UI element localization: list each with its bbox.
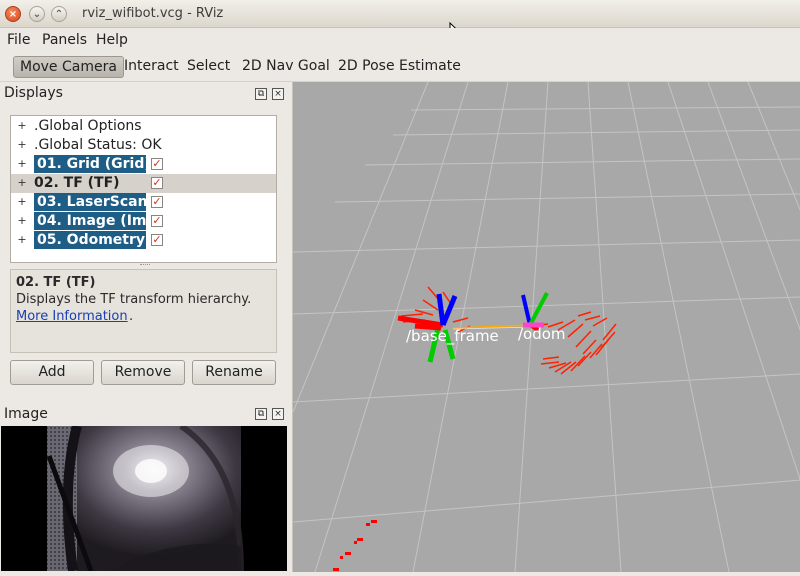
add-display-button[interactable]: Add [10,360,94,385]
tree-item-label: 05. Odometry [34,231,146,249]
tree-row-global-options[interactable]: + .Global Options [11,117,276,136]
more-information-link[interactable]: More Information [16,309,128,324]
description-title: 02. TF (TF) [16,275,96,290]
expand-icon[interactable]: + [17,215,27,226]
window-title: rviz_wifibot.vcg - RViz [82,6,224,21]
tree-row-grid[interactable]: + 01. Grid (Grid) ✓ [11,155,276,174]
expand-icon[interactable]: + [17,158,27,169]
tree-row-image[interactable]: + 04. Image (Image) ✓ [11,212,276,231]
tree-item-label: 04. Image (Image) [34,212,146,230]
enabled-checkbox[interactable]: ✓ [151,177,163,189]
description-box: 02. TF (TF) Displays the TF transform hi… [10,269,277,353]
tool-select[interactable]: Select [181,56,236,78]
enabled-checkbox[interactable]: ✓ [151,234,163,246]
enabled-checkbox[interactable]: ✓ [151,196,163,208]
tool-interact[interactable]: Interact [118,56,185,78]
close-panel-icon[interactable]: × [272,408,284,420]
image-panel-title: Image [4,406,48,422]
image-panel-header: Image ⧉ × [0,403,290,425]
tree-item-label: .Global Status: OK [34,137,162,153]
tree-row-laserscan[interactable]: + 03. LaserScan ✓ [11,193,276,212]
remove-display-button[interactable]: Remove [101,360,185,385]
tool-2d-pose-estimate[interactable]: 2D Pose Estimate [332,56,467,78]
menu-bar: File Panels Help [0,28,800,52]
tool-2d-nav-goal[interactable]: 2D Nav Goal [236,56,336,78]
tree-item-label: 03. LaserScan [34,193,146,211]
close-panel-icon[interactable]: × [272,88,284,100]
expand-icon[interactable]: + [17,196,27,207]
camera-image-view [1,426,287,571]
camera-frame [1,426,287,571]
odom-frame-label: /odom [518,325,566,343]
float-panel-icon[interactable]: ⧉ [255,88,267,100]
description-link-suffix: . [129,309,134,324]
tool-move-camera[interactable]: Move Camera [13,56,124,78]
splitter-handle[interactable] [140,264,150,267]
menu-file[interactable]: File [7,32,30,48]
displays-panel-header: Displays ⧉ × [0,82,290,106]
tree-row-tf[interactable]: + 02. TF (TF) ✓ [11,174,276,193]
close-window-button[interactable]: × [5,6,21,22]
rename-display-button[interactable]: Rename [192,360,276,385]
displays-tree: + .Global Options + .Global Status: OK +… [10,115,277,263]
expand-icon[interactable]: + [17,177,27,188]
minimize-window-button[interactable]: ⌄ [29,6,45,22]
displays-panel-title: Displays [4,85,63,101]
menu-help[interactable]: Help [96,32,128,48]
expand-icon[interactable]: + [17,120,27,131]
status-bar [0,572,800,576]
float-panel-icon[interactable]: ⧉ [255,408,267,420]
expand-icon[interactable]: + [17,139,27,150]
menu-panels[interactable]: Panels [42,32,87,48]
enabled-checkbox[interactable]: ✓ [151,215,163,227]
maximize-window-button[interactable]: ⌃ [51,6,67,22]
tree-item-label: 02. TF (TF) [34,175,120,191]
laser-scan-points [333,520,377,571]
expand-icon[interactable]: + [17,234,27,245]
render-panel: /base_frame /odom [293,82,800,572]
3d-viewport[interactable]: /base_frame /odom [292,82,800,572]
tree-row-odometry[interactable]: + 05. Odometry ✓ [11,231,276,250]
title-bar: × ⌄ ⌃ rviz_wifibot.vcg - RViz [0,0,800,40]
enabled-checkbox[interactable]: ✓ [151,158,163,170]
toolbar: Move Camera Interact Select 2D Nav Goal … [0,52,800,82]
tree-item-label: 01. Grid (Grid) [34,155,146,173]
tree-item-label: .Global Options [34,118,142,134]
tree-row-global-status[interactable]: + .Global Status: OK [11,136,276,155]
description-text: Displays the TF transform hierarchy. [16,292,252,307]
base-frame-label: /base_frame [406,327,499,346]
